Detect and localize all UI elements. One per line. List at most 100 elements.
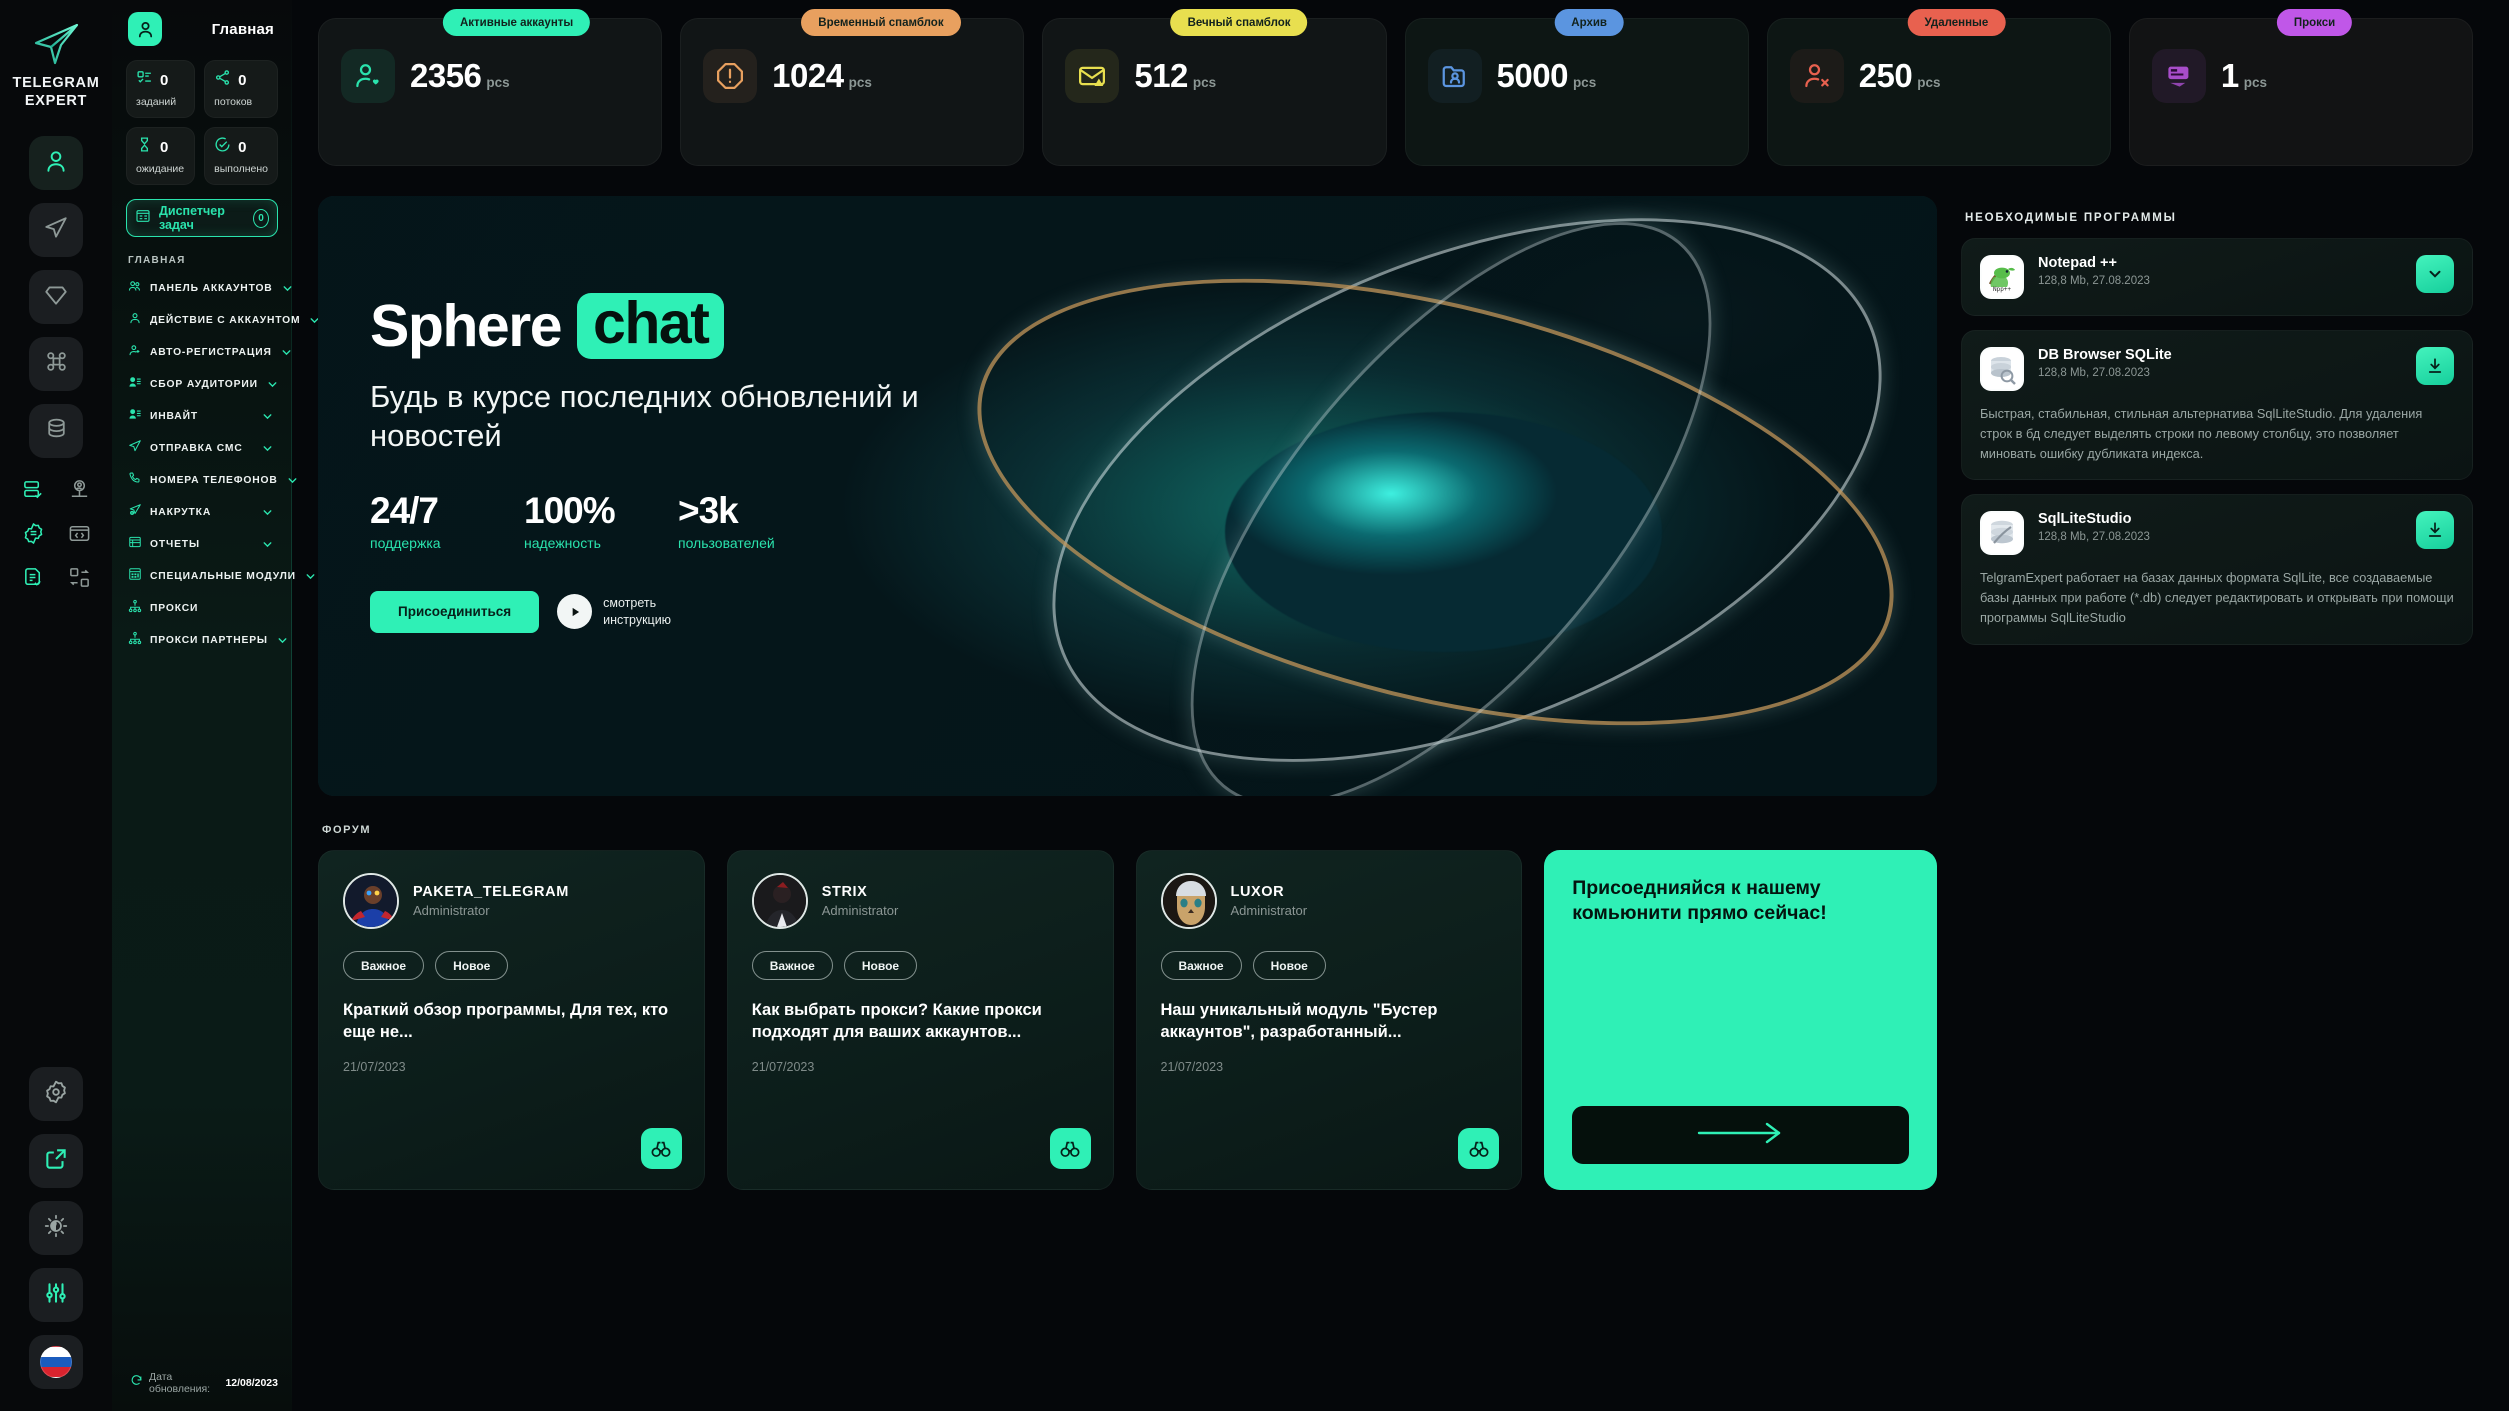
proxy-icon (128, 599, 142, 618)
forum-tag[interactable]: Новое (1252, 951, 1326, 980)
program-card-dbbrowser[interactable]: DB Browser SQLite 128,8 Mb, 27.08.2023 Б… (1961, 330, 2473, 481)
folder-user-icon (1427, 49, 1482, 103)
hero-kpi-value: 100% (524, 489, 616, 531)
sidebar-item-proxy-partners[interactable]: ПРОКСИ ПАРТНЕРЫ (126, 624, 287, 656)
rail-item-command[interactable] (29, 337, 83, 392)
sidebar-item-auto-register[interactable]: АВТО-РЕГИСТРАЦИЯ (126, 336, 291, 368)
gear-badge-icon[interactable] (22, 522, 45, 550)
forum-card[interactable]: STRIX Administrator Важное Новое Как выб… (726, 850, 1114, 1190)
chevron-down-icon[interactable] (261, 410, 278, 423)
refresh-icon[interactable] (130, 1374, 143, 1392)
sidebar-item-reports[interactable]: ОТЧЕТЫ (126, 528, 278, 560)
rail-item-account[interactable] (29, 136, 83, 191)
sidebar-item-proxy[interactable]: ПРОКСИ (126, 592, 278, 624)
sidebar-item-special-modules[interactable]: СПЕЦИАЛЬНЫЕ МОДУЛИ (126, 560, 315, 592)
rail-item-database[interactable] (29, 404, 83, 459)
rail-item-settings[interactable] (29, 1067, 83, 1121)
sidebar-item-audience-collect[interactable]: СБОР АУДИТОРИИ (126, 368, 278, 400)
stat-card-active-accounts[interactable]: Активные аккаунты 2356 pcs (318, 9, 663, 166)
chevron-down-icon[interactable] (261, 538, 278, 551)
forum-post-title: Как выбрать прокси? Какие прокси подходя… (751, 1001, 1042, 1041)
reports-icon (128, 535, 142, 554)
right-column: НЕОБХОДИМЫЕ ПРОГРАММЫ Npp++ Notepad ++ 1… (1961, 196, 2473, 1411)
sidebar-item-label: АВТО-РЕГИСТРАЦИЯ (150, 346, 272, 358)
rail-item-theme[interactable] (29, 1201, 83, 1255)
swap-blocks-icon[interactable] (68, 566, 91, 594)
stat-card-archive[interactable]: Архив 5000 pcs (1404, 9, 1749, 166)
hero-kpi: 100% надежность (524, 490, 664, 551)
chevron-down-icon[interactable] (261, 442, 278, 455)
sidebar-item-boost[interactable]: НАКРУТКА (126, 496, 278, 528)
rail-item-language[interactable] (29, 1335, 83, 1389)
special-modules-icon (128, 567, 142, 586)
forum-tag[interactable]: Новое (435, 951, 509, 980)
stat-card-permanent-spamblock[interactable]: Вечный спамблок 512 pcs (1042, 9, 1387, 166)
forum-author-name: STRIX (821, 884, 868, 900)
rail-item-diamond[interactable] (29, 270, 83, 325)
binoculars-icon[interactable] (1458, 1128, 1500, 1169)
binoculars-icon[interactable] (1049, 1128, 1091, 1169)
document-check-icon[interactable] (22, 566, 45, 594)
code-window-icon[interactable] (68, 522, 91, 550)
nav-stat-done[interactable]: 0 выполнено (204, 127, 278, 185)
warning-octagon-icon (703, 49, 758, 103)
forum-tag[interactable]: Важное (343, 951, 425, 980)
task-manager-button[interactable]: Диспетчер задач 0 (126, 199, 278, 237)
rail-item-external[interactable] (29, 1134, 83, 1188)
main-content: Активные аккаунты 2356 pcs Временный спа… (292, 0, 2509, 1411)
invite-icon (128, 407, 142, 426)
binoculars-icon[interactable] (640, 1128, 682, 1169)
program-name: DB Browser SQLite (2038, 347, 2172, 363)
server-check-icon[interactable] (22, 478, 45, 506)
sidebar-item-accounts-panel[interactable]: ПАНЕЛЬ АККАУНТОВ (126, 272, 292, 304)
user-heart-icon (341, 49, 395, 103)
community-promo-button[interactable] (1572, 1106, 1909, 1164)
forum-card[interactable]: PAKETA_TELEGRAM Administrator Важное Нов… (318, 850, 705, 1190)
program-meta: 128,8 Mb, 27.08.2023 (2038, 275, 2150, 287)
join-button[interactable]: Присоединиться (370, 590, 540, 633)
hero-brand-word1: Sphere (370, 293, 563, 359)
user-avatar-icon[interactable] (128, 12, 162, 46)
update-date-value: 12/08/2023 (225, 1377, 278, 1389)
sidebar-item-invite[interactable]: ИНВАЙТ (126, 400, 278, 432)
stat-value: 2356 (410, 57, 482, 94)
download-icon[interactable] (2416, 511, 2454, 550)
forum-post-date: 21/07/2023 (343, 1059, 406, 1074)
nav-stat-tasks[interactable]: 0 заданий (126, 60, 196, 118)
community-promo-card[interactable]: Присоеднияйся к нашему комьюнити прямо с… (1544, 850, 1937, 1190)
nav-stat-threads[interactable]: 0 потоков (204, 60, 278, 118)
stat-card-deleted[interactable]: Удаленные 250 pcs (1766, 9, 2111, 166)
chevron-down-icon[interactable] (276, 634, 293, 647)
nav-stat-value: 0 (238, 138, 247, 156)
forum-tag[interactable]: Важное (1160, 951, 1242, 980)
chevron-down-icon[interactable] (261, 506, 278, 519)
watch-instruction-label: смотреть инструкцию (603, 595, 671, 628)
program-card-sqlitestudio[interactable]: SqlLiteStudio 128,8 Mb, 27.08.2023 Telgr… (1961, 494, 2473, 645)
user-network-icon[interactable] (68, 478, 91, 506)
forum-tag[interactable]: Важное (751, 951, 833, 980)
nav-stat-waiting[interactable]: 0 ожидание (126, 127, 196, 185)
program-card-notepadpp[interactable]: Npp++ Notepad ++ 128,8 Mb, 27.08.2023 (1961, 238, 2473, 316)
sidebar-item-label: ИНВАЙТ (150, 410, 198, 422)
chevron-down-icon[interactable] (2416, 255, 2454, 293)
hero-kpi-label: поддержка (370, 534, 441, 551)
sidebar-item-phone-numbers[interactable]: НОМЕРА ТЕЛЕФОНОВ (126, 464, 297, 496)
stat-card-temp-spamblock[interactable]: Временный спамблок 1024 pcs (680, 9, 1025, 166)
stat-value: 5000 (1496, 57, 1569, 94)
sidebar-item-send-sms[interactable]: ОТПРАВКА СМС (126, 432, 278, 464)
icon-rail: TELEGRAM EXPERT (0, 0, 112, 1411)
forum-tag[interactable]: Новое (843, 951, 918, 980)
download-icon[interactable] (2416, 347, 2454, 385)
chevron-down-icon[interactable] (266, 378, 283, 391)
forum-card[interactable]: LUXOR Administrator Важное Новое Наш уни… (1135, 850, 1523, 1190)
rail-item-equalizer[interactable] (29, 1268, 83, 1322)
boost-icon (128, 503, 142, 522)
stat-card-proxy[interactable]: Прокси 1 pcs (2128, 9, 2474, 166)
stat-unit: pcs (848, 75, 872, 90)
sidebar-item-account-action[interactable]: ДЕЙСТВИЕ С АККАУНТОМ (126, 304, 319, 336)
hero-banner[interactable]: Sphere chat Будь в курсе последних обнов… (318, 196, 1937, 796)
rail-item-send[interactable] (29, 203, 83, 258)
sidebar-item-label: ОТПРАВКА СМС (150, 442, 243, 454)
watch-instruction-link[interactable]: смотреть инструкцию (557, 594, 671, 629)
hero-kpi-label: надежность (524, 534, 601, 551)
